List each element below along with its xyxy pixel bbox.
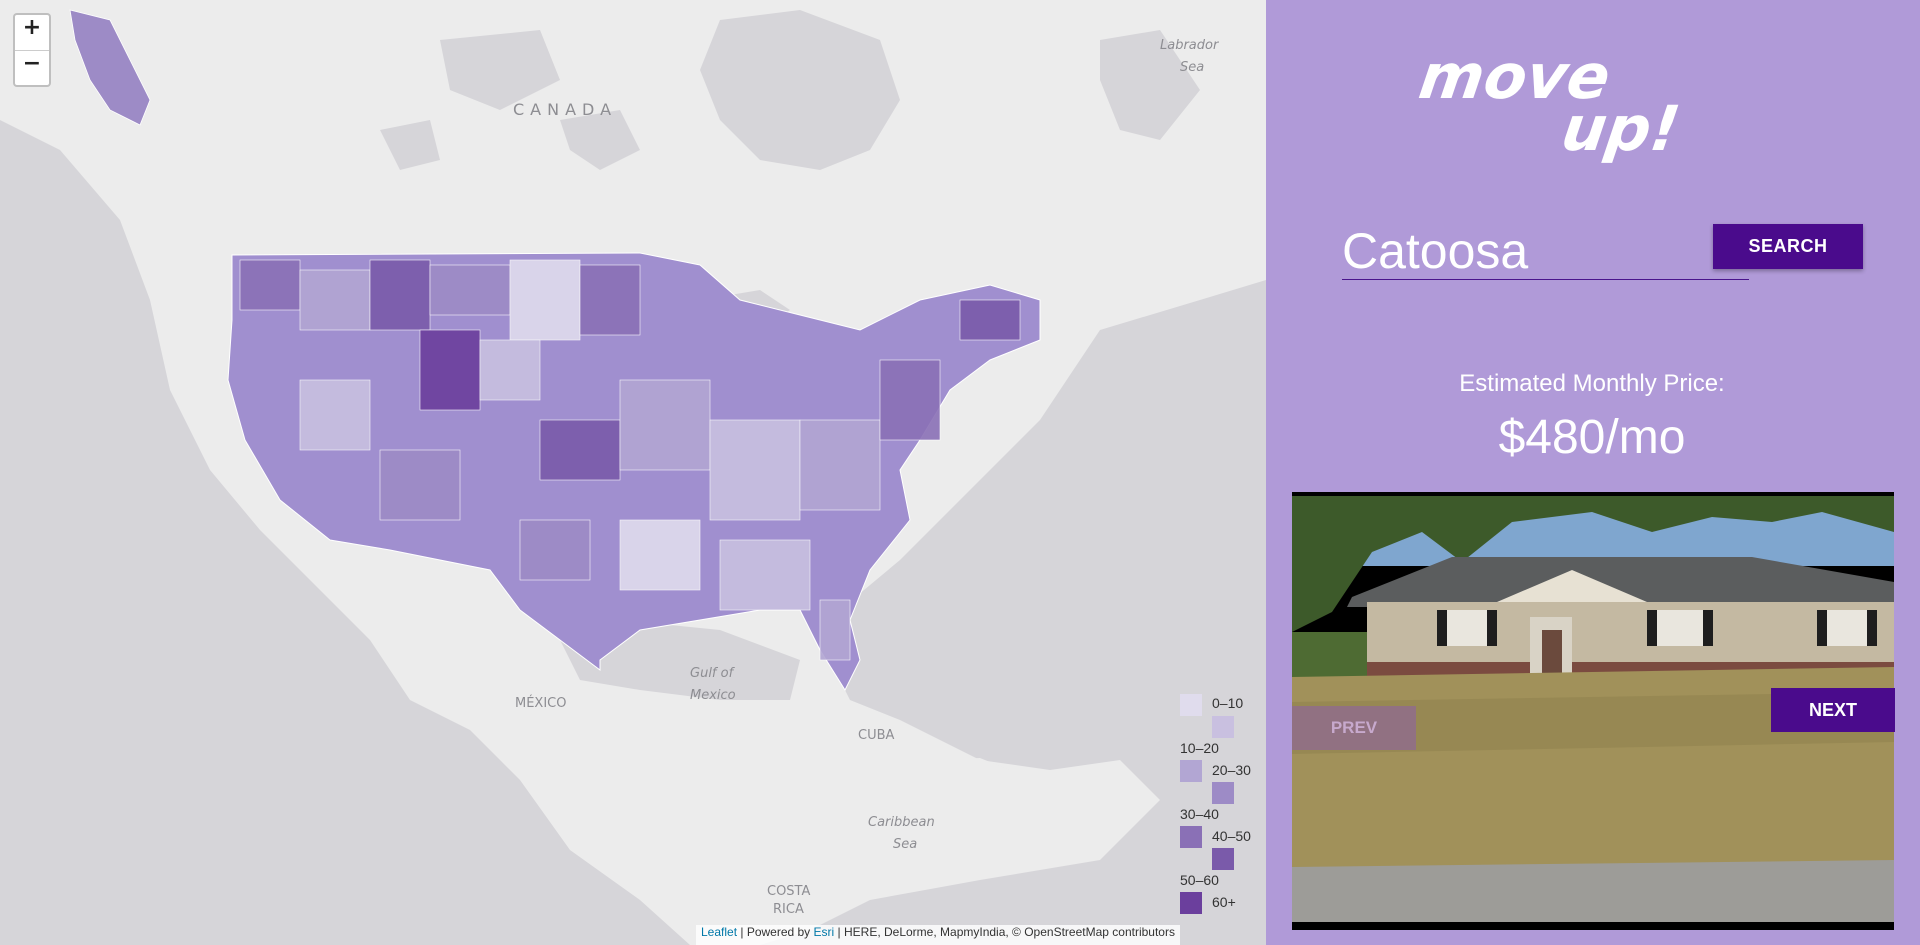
legend-swatch-1 [1212,716,1234,738]
attribution-providers: | HERE, DeLorme, MapmyIndia, © OpenStree… [834,925,1175,939]
label-labrador-sea-2: Sea [1180,60,1205,75]
legend-swatch-0 [1180,694,1202,716]
legend-swatch-6 [1180,892,1202,914]
label-costa-rica-2: RICA [773,902,804,917]
label-labrador-sea-1: Labrador [1160,38,1219,53]
label-caribbean-1: Caribbean [868,815,935,830]
legend-label-1: 10–20 [1180,740,1219,756]
label-gulf-1: Gulf of [690,666,734,681]
legend-label-2: 20–30 [1212,762,1251,778]
attribution-powered: | Powered by [737,925,814,939]
search-input[interactable] [1342,222,1749,280]
legend-swatch-3 [1212,782,1234,804]
legend-label-6: 60+ [1212,894,1236,910]
label-cuba: CUBA [858,728,895,743]
next-button[interactable]: NEXT [1771,688,1895,732]
legend-swatch-2 [1180,760,1202,782]
prev-button[interactable]: PREV [1292,706,1416,750]
zoom-out-button[interactable]: − [15,51,49,86]
legend-label-3: 30–40 [1180,806,1219,822]
logo-line-2: up! [1557,92,1684,165]
map-attribution: Leaflet | Powered by Esri | HERE, DeLorm… [696,925,1180,945]
search-button[interactable]: SEARCH [1713,224,1863,269]
move-up-logo: move up! [1415,40,1684,165]
label-canada: CANADA [513,100,618,119]
legend-label-0: 0–10 [1212,695,1244,711]
zoom-control: + − [13,13,51,87]
basemap [0,0,1266,945]
zoom-in-button[interactable]: + [15,15,49,51]
label-costa-rica-1: COSTA [767,884,811,899]
map[interactable]: + − CANADA Labrador Sea Gulf of Mexico M… [0,0,1266,945]
label-gulf-2: Mexico [690,688,736,703]
legend-swatch-5 [1212,848,1234,870]
label-caribbean-2: Sea [893,837,918,852]
estimated-price-label: Estimated Monthly Price: [1459,370,1725,397]
leaflet-link[interactable]: Leaflet [701,925,737,939]
legend-label-5: 50–60 [1180,872,1219,888]
legend: 0–10 10–20 20–30 30–40 40–50 50–60 60+ [1178,690,1258,922]
label-mexico: MÉXICO [515,696,567,711]
legend-swatch-4 [1180,826,1202,848]
esri-link[interactable]: Esri [814,925,835,939]
estimated-price-value: $480/mo [1498,411,1686,464]
legend-label-4: 40–50 [1212,828,1251,844]
